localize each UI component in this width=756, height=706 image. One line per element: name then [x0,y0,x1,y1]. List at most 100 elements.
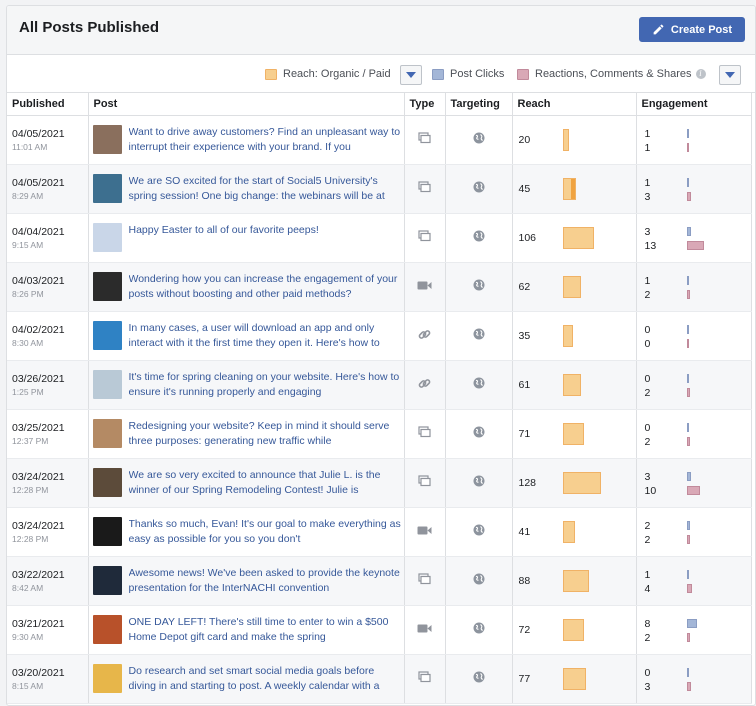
reach-value: 41 [518,525,531,538]
reach-value: 62 [518,280,531,293]
globe-icon [473,573,485,588]
post-date: 03/20/2021 [12,666,65,679]
reactions-bar [686,583,692,593]
reach-swatch [265,68,277,80]
post-thumbnail[interactable] [92,664,122,693]
table-row[interactable]: 04/05/2021 11:01 AM Want to drive away cus… [7,115,752,165]
reach-bar [562,275,581,298]
reactions-value: 1 [644,141,651,154]
link-icon [418,328,431,344]
post-text-link[interactable]: Redesigning your website? Keep in mind i… [129,419,404,449]
targeting-cell [445,654,513,704]
reach-bar [562,324,573,347]
reach-bar [562,471,601,494]
post-text-link[interactable]: Thanks so much, Evan! It's our goal to m… [129,517,404,547]
post-thumbnail[interactable] [92,125,122,154]
table-row[interactable]: 03/25/2021 12:37 PM Redesigning your websi… [7,409,752,459]
post-thumbnail[interactable] [92,517,122,546]
globe-icon [473,328,485,343]
info-icon[interactable]: i [695,69,706,79]
post-clicks-bar [686,569,689,579]
panel-header: All Posts Published Create Post [7,6,755,55]
chart-legend: Reach: Organic / Paid Post Clicks Reacti… [7,55,755,93]
targeting-cell [445,605,513,655]
col-engagement[interactable]: Engagement [636,93,752,116]
post-text-link[interactable]: Do research and set smart social media g… [129,664,404,694]
engagement-cell: 02 [636,409,752,459]
reach-value: 61 [518,378,531,391]
table-row[interactable]: 03/24/2021 12:28 PM We are so very excited… [7,458,752,508]
engagement-metric-dropdown[interactable] [719,65,741,85]
reach-cell: 77 [512,654,637,704]
col-post[interactable]: Post [88,93,405,116]
table-row[interactable]: 03/20/2021 8:15 AM Do research and set sma… [7,654,752,704]
pencil-icon [653,24,664,35]
post-content: Wondering how you can increase the engag… [92,272,404,302]
post-thumbnail[interactable] [92,223,122,252]
post-thumbnail[interactable] [92,566,122,595]
post-thumbnail[interactable] [92,272,122,301]
album-icon [418,132,431,147]
post-time: 9:15 AM [12,239,44,250]
reactions-bar [686,632,690,642]
post-time: 8:42 AM [12,582,44,593]
post-thumbnail[interactable] [92,321,122,350]
post-text-link[interactable]: ONE DAY LEFT! There's still time to ente… [129,615,404,645]
globe-icon [473,524,485,539]
reach-bar [562,373,581,396]
post-text-link[interactable]: In many cases, a user will download an a… [129,321,404,351]
table-row[interactable]: 04/04/2021 9:15 AM Happy Easter to all of … [7,213,752,263]
table-row[interactable]: 04/05/2021 8:29 AM We are SO excited for t… [7,164,752,214]
reach-metric-dropdown[interactable] [400,65,422,85]
post-clicks-bar [686,618,697,628]
col-targeting[interactable]: Targeting [445,93,513,116]
reactions-bar [686,387,690,397]
post-text-link[interactable]: Want to drive away customers? Find an un… [129,125,404,155]
table-row[interactable]: 03/26/2021 1:25 PM It's time for spring cl… [7,360,752,410]
reactions-bar [686,191,691,201]
col-published[interactable]: Published [7,93,89,116]
post-clicks-bar [686,422,689,432]
table-row[interactable]: 03/24/2021 12:28 PM Thanks so much, Evan! … [7,507,752,557]
targeting-cell [445,360,513,410]
post-text-link[interactable]: It's time for spring cleaning on your we… [129,370,404,400]
table-row[interactable]: 03/22/2021 8:42 AM Awesome news! We've bee… [7,556,752,606]
post-text-link[interactable]: We are SO excited for the start of Socia… [129,174,404,204]
create-post-button[interactable]: Create Post [639,17,745,42]
table-row[interactable]: 04/03/2021 8:26 PM Wondering how you can i… [7,262,752,312]
post-text-link[interactable]: Awesome news! We've been asked to provid… [129,566,404,596]
reactions-bar [686,142,689,152]
post-cell: In many cases, a user will download an a… [88,311,405,361]
post-cell: Do research and set smart social media g… [88,654,405,704]
reactions-value: 3 [644,190,651,203]
post-clicks-value: 3 [644,470,651,483]
type-cell [404,556,446,606]
col-type[interactable]: Type [404,93,446,116]
video-icon [417,623,432,637]
globe-icon [473,622,485,637]
posts-table: Published Post Type Targeting Reach Enga… [7,93,752,704]
engagement-cell: 14 [636,556,752,606]
reactions-bar [686,289,690,299]
engagement-cell: 82 [636,605,752,655]
table-row[interactable]: 03/21/2021 9:30 AM ONE DAY LEFT! There's s… [7,605,752,655]
table-row[interactable]: 04/02/2021 8:30 AM In many cases, a user w… [7,311,752,361]
reactions-value: 2 [644,435,651,448]
post-time: 11:01 AM [12,141,48,152]
post-text-link[interactable]: We are so very excited to announce that … [129,468,404,498]
post-thumbnail[interactable] [92,370,122,399]
post-thumbnail[interactable] [92,468,122,497]
published-cell: 03/20/2021 8:15 AM [7,654,89,704]
post-content: Do research and set smart social media g… [92,664,404,694]
col-reach[interactable]: Reach [512,93,637,116]
posts-panel: All Posts Published Create Post Reach: O… [6,5,756,706]
post-clicks-bar [686,177,689,187]
reactions-bar [686,436,690,446]
post-thumbnail[interactable] [92,419,122,448]
targeting-cell [445,556,513,606]
reach-bar [562,226,594,249]
post-text-link[interactable]: Happy Easter to all of our favorite peep… [129,223,319,253]
post-thumbnail[interactable] [92,174,122,203]
post-thumbnail[interactable] [92,615,122,644]
post-text-link[interactable]: Wondering how you can increase the engag… [129,272,404,302]
